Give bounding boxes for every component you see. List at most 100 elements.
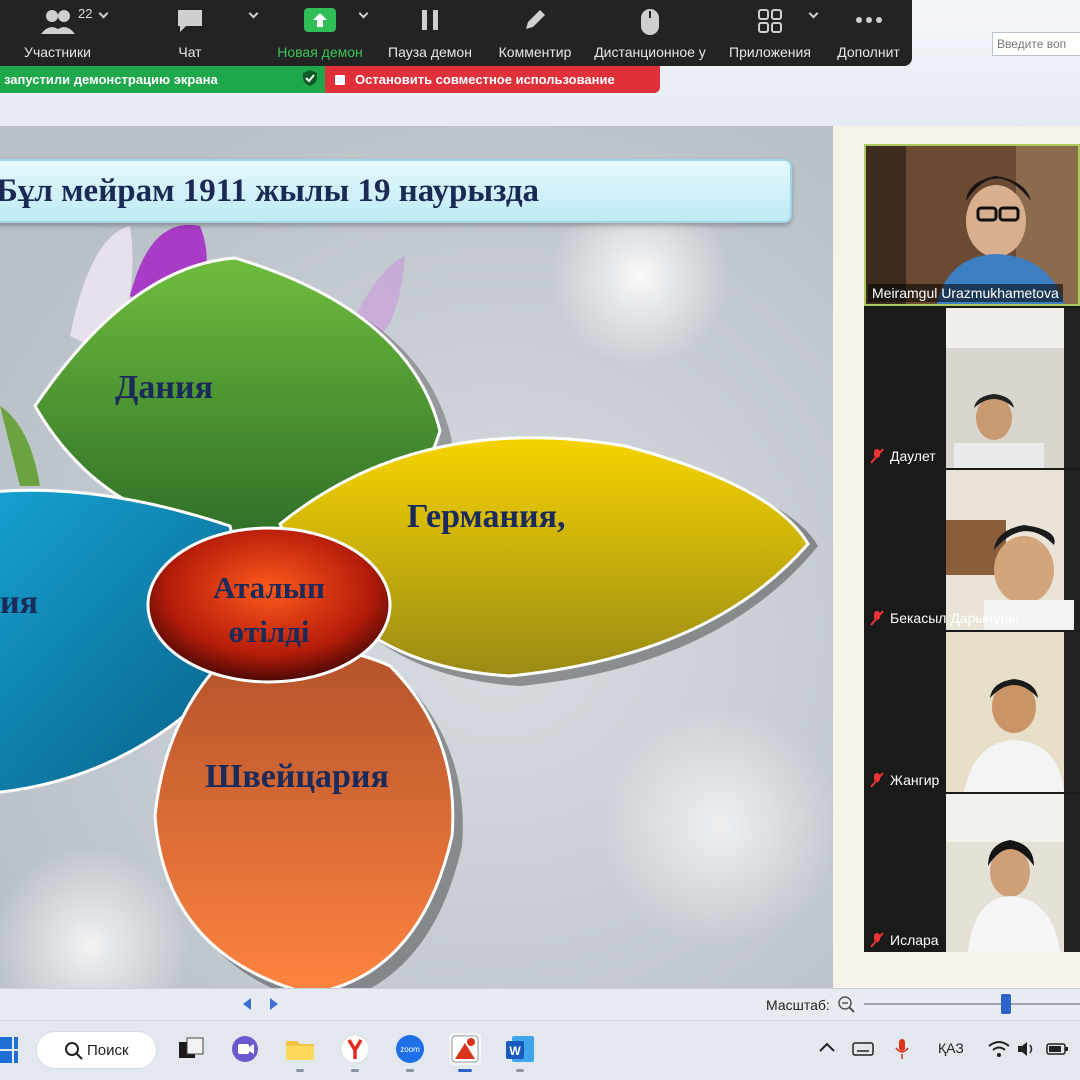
wifi-icon[interactable] [988,1040,1010,1061]
mic-muted-icon [870,772,884,788]
video-tile[interactable]: Даулет [864,308,1080,468]
chevron-down-icon[interactable] [358,8,369,19]
microphone-icon[interactable] [894,1038,910,1063]
mic-muted-icon [870,448,884,464]
share-status: запустили демонстрацию экрана [0,66,325,93]
ribbon-search-input[interactable]: Введите воп [992,32,1080,56]
petal-label-bottom: Швейцария [205,758,389,795]
slide-title: Бұл мейрам 1911 жылы 19 наурызда [0,159,792,223]
word-icon[interactable]: W [504,1033,536,1072]
zoom-meeting-toolbar: 22 Участники Чат Новая демон Пауза демон… [0,0,912,66]
center-label: Аталып өтілді [150,566,388,654]
mic-muted-icon [870,932,884,948]
mic-muted-icon [870,610,884,626]
running-indicator [351,1069,359,1072]
video-feed [864,632,1064,792]
chevron-down-icon[interactable] [808,8,819,19]
participants-button[interactable]: 22 Участники [0,0,115,66]
video-feed [864,794,1064,952]
apps-label: Приложения [729,44,811,60]
language-indicator[interactable]: ҚАЗ [938,1040,964,1056]
new-share-button[interactable]: Новая демон [265,0,375,66]
video-tile[interactable]: Жангир [864,632,1080,792]
stop-share-label: Остановить совместное использование [355,72,615,87]
remote-control-button[interactable]: Дистанционное у [585,0,715,66]
participants-icon [41,8,75,37]
slide-flower-graphic [0,224,818,988]
zoom-app-icon[interactable]: zoom [394,1033,426,1072]
teams-chat-icon[interactable] [229,1033,261,1065]
pause-share-label: Пауза демон [388,44,472,60]
remote-control-label: Дистанционное у [594,44,706,60]
participant-name: Ислара [870,932,939,948]
zoom-slider-track[interactable] [864,1003,1080,1005]
chat-button[interactable]: Чат [115,0,265,66]
chevron-down-icon[interactable] [98,8,109,19]
running-indicator [296,1069,304,1072]
annotate-label: Комментир [498,44,572,60]
previous-slide-icon[interactable] [243,998,251,1010]
windows-taskbar [0,1020,1080,1080]
apps-button[interactable]: Приложения [715,0,825,66]
apps-icon [757,8,783,37]
video-gallery: Meiramgul Urazmukhametova Даулет Бекасыл… [864,144,1080,952]
pause-share-button[interactable]: Пауза демон [375,0,485,66]
video-tile[interactable]: Ислара [864,794,1080,952]
svg-text:zoom: zoom [400,1045,420,1054]
stop-icon [335,74,345,85]
mouse-icon [640,8,660,39]
video-tile[interactable]: Бекасыл Дарынұлы [864,470,1080,630]
powerpoint-icon[interactable] [449,1033,481,1072]
pencil-icon [523,8,547,35]
video-tile-host[interactable]: Meiramgul Urazmukhametova [864,144,1080,306]
file-explorer-icon[interactable] [284,1033,316,1072]
participants-count: 22 [78,6,93,21]
svg-text:W: W [509,1044,521,1058]
center-label-line2: өтілді [228,614,310,649]
more-button[interactable]: Дополнит [825,0,912,66]
running-indicator [406,1069,414,1072]
petal-label-left: ия [0,584,38,621]
annotate-button[interactable]: Комментир [485,0,585,66]
keyboard-icon[interactable] [852,1042,874,1059]
participant-name: Бекасыл Дарынұлы [870,610,1018,626]
windows-start-icon[interactable] [0,1037,18,1068]
share-status-text: запустили демонстрацию экрана [4,72,218,87]
screen-share-bar: запустили демонстрацию экрана Остановить… [0,66,660,93]
participant-name: Meiramgul Urazmukhametova [868,284,1063,302]
battery-icon[interactable] [1046,1040,1070,1061]
pause-icon [419,8,441,35]
zoom-out-icon[interactable] [837,996,856,1017]
video-feed [866,146,1078,304]
running-indicator [458,1069,472,1072]
video-feed [864,308,1064,468]
yandex-browser-icon[interactable] [339,1033,371,1072]
participant-name-text: Бекасыл Дарынұлы [890,610,1019,626]
next-slide-icon[interactable] [270,998,278,1010]
task-view-icon[interactable] [175,1033,207,1065]
shield-icon [303,70,317,89]
zoom-label-text: Масштаб: [766,997,830,1014]
taskbar-search-label: Поиск [87,1041,129,1059]
participant-name-text: Даулет [890,448,936,464]
participant-name-text: Ислара [890,932,939,948]
center-label-line1: Аталып [213,570,325,605]
video-feed [864,470,1074,630]
search-icon [65,1042,83,1064]
zoom-label: Масштаб: [766,996,856,1017]
participant-name-text: Жангир [890,772,940,788]
taskbar-search[interactable]: Поиск [36,1031,157,1069]
chevron-down-icon[interactable] [248,8,259,19]
petal-label-right: Германия, [407,498,566,535]
chat-icon [176,8,204,37]
chevron-up-icon[interactable] [818,1040,836,1057]
petal-label-top: Дания [115,369,213,406]
zoom-slider-thumb[interactable] [1001,994,1011,1014]
participants-label: Участники [24,44,91,60]
more-label: Дополнит [837,44,900,60]
running-indicator [516,1069,524,1072]
stop-share-button[interactable]: Остановить совместное использование [325,66,660,93]
volume-icon[interactable] [1016,1040,1038,1061]
participant-name: Жангир [870,772,939,788]
chat-label: Чат [178,44,202,60]
